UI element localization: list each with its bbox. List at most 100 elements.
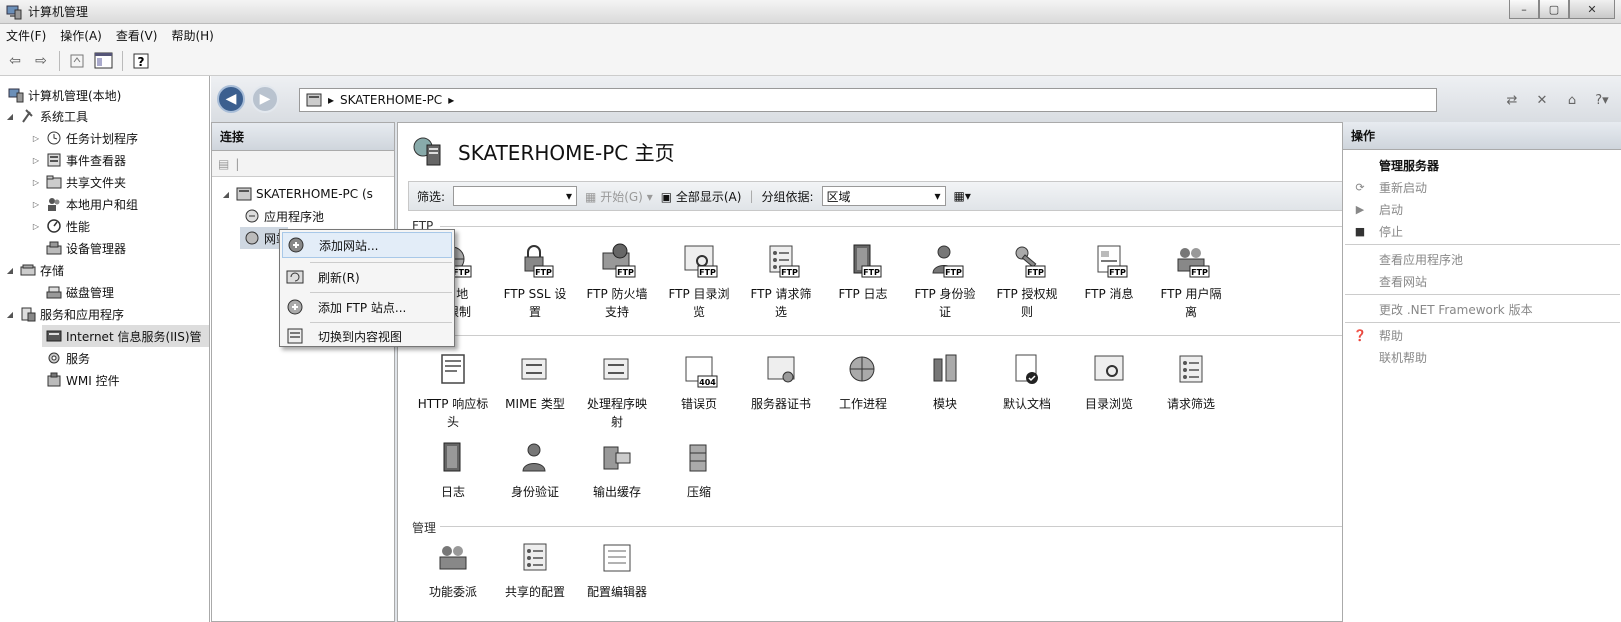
home-icon[interactable]: ⌂ xyxy=(1561,90,1583,110)
menu-action[interactable]: 操作(A) xyxy=(60,27,102,44)
show-hide-tree-icon[interactable] xyxy=(93,50,115,72)
connect-icon[interactable]: ▤ xyxy=(218,157,229,171)
tree-item-task-scheduler[interactable]: ▷ 任务计划程序 xyxy=(30,127,138,149)
tree-item-services-apps[interactable]: ◢ 服务和应用程序 xyxy=(4,303,124,325)
ftp-feature-6[interactable]: FTP FTP 身份验证 xyxy=(904,241,986,321)
show-all-button[interactable]: ▣ 全部显示(A) xyxy=(661,188,742,205)
ftp-feature-1[interactable]: FTP FTP SSL 设置 xyxy=(494,241,576,321)
expand-arrow-icon[interactable]: ◢ xyxy=(4,310,16,319)
collapse-arrow-icon[interactable]: ▷ xyxy=(30,134,42,143)
manage-feature-1[interactable]: 共享的配置 xyxy=(494,539,576,601)
feature-label-line2: 射 xyxy=(610,415,623,429)
ftp-feature-8[interactable]: FTP FTP 消息 xyxy=(1068,241,1150,303)
feature-label: 请求筛选 xyxy=(1166,397,1215,411)
tree-item-disk-management[interactable]: 磁盘管理 xyxy=(42,281,114,303)
refresh-icon[interactable]: ⇄ xyxy=(1501,90,1523,110)
action-restart[interactable]: ⟳ 重新启动 xyxy=(1343,176,1621,198)
iis-feature-6[interactable]: 模块 xyxy=(904,351,986,413)
tree-item-device-manager[interactable]: 设备管理器 xyxy=(42,237,126,259)
action-start[interactable]: ▶ 启动 xyxy=(1343,198,1621,220)
tools-icon xyxy=(22,109,33,123)
ftp-feature-2[interactable]: FTP FTP 防火墙 支持 xyxy=(576,241,658,321)
ftp-feature-4[interactable]: FTP FTP 请求筛选 xyxy=(740,241,822,321)
expand-arrow-icon[interactable]: ◢ xyxy=(4,266,16,275)
group-by-select[interactable]: 区域 ▾ xyxy=(821,186,946,206)
menu-file[interactable]: 文件(F) xyxy=(6,27,46,44)
ftp-feature-3[interactable]: FTP FTP 目录浏览 xyxy=(658,241,740,321)
ftp-feature-9[interactable]: FTP FTP 用户隔离 xyxy=(1150,241,1232,321)
ftp-feature-5[interactable]: FTP FTP 日志 xyxy=(822,241,904,303)
ctx-add-ftp-site[interactable]: 添加 FTP 站点... xyxy=(282,294,452,320)
tree-root[interactable]: 计算机管理(本地) xyxy=(4,84,121,106)
collapse-arrow-icon[interactable]: ▷ xyxy=(30,200,42,209)
help-icon[interactable]: ? xyxy=(130,50,152,72)
filter-input[interactable]: ▾ xyxy=(453,186,578,206)
tree-item-shared-folders[interactable]: ▷ 共享文件夹 xyxy=(30,171,126,193)
tree-item-event-viewer[interactable]: ▷ 事件查看器 xyxy=(30,149,126,171)
feature-label: 处理程序映 xyxy=(586,397,647,411)
start-button[interactable]: ▦ 开始(G) ▾ xyxy=(585,188,653,205)
view-mode-button[interactable]: ▦▾ xyxy=(954,189,971,203)
up-level-icon[interactable] xyxy=(67,50,89,72)
iis-feature-b-1[interactable]: 身份验证 xyxy=(494,439,576,501)
tree-item-services[interactable]: 服务 xyxy=(42,347,90,369)
forward-button[interactable]: ▶ xyxy=(251,85,279,113)
address-field[interactable]: ▸ SKATERHOME-PC ▸ xyxy=(299,88,1437,112)
iis-feature-7[interactable]: 默认文档 xyxy=(986,351,1068,413)
window-title: 计算机管理 xyxy=(28,5,89,19)
tree-item-performance[interactable]: ▷ 性能 xyxy=(30,215,90,237)
manage-feature-0[interactable]: 功能委派 xyxy=(412,539,494,601)
iis-feature-3[interactable]: 404 错误页 xyxy=(658,351,740,413)
action-view-sites[interactable]: 查看网站 xyxy=(1343,270,1621,292)
iis-feature-4[interactable]: 服务器证书 xyxy=(740,351,822,413)
tree-item-system-tools[interactable]: ◢ 系统工具 xyxy=(4,105,88,127)
conn-app-pools[interactable]: 应用程序池 xyxy=(240,205,324,227)
menu-view[interactable]: 查看(V) xyxy=(116,27,158,44)
back-arrow-icon[interactable]: ⇦ xyxy=(4,50,26,72)
iis-feature-5[interactable]: 工作进程 xyxy=(822,351,904,413)
ftp-feature-7[interactable]: FTP FTP 授权规则 xyxy=(986,241,1068,321)
conn-server-node[interactable]: ◢ SKATERHOME-PC (s xyxy=(220,183,373,205)
help-dropdown-icon[interactable]: ?▾ xyxy=(1591,90,1613,110)
collapse-arrow-icon[interactable]: ▷ xyxy=(30,178,42,187)
iis-feature-2[interactable]: 处理程序映射 xyxy=(576,351,658,431)
tree-item-storage[interactable]: ◢ 存储 xyxy=(4,259,64,281)
maximize-button[interactable]: ▢ xyxy=(1539,0,1569,19)
action-help[interactable]: ❓ 帮助 xyxy=(1343,324,1621,346)
compress-feature-icon xyxy=(689,444,707,472)
action-stop[interactable]: ■ 停止 xyxy=(1343,220,1621,242)
action-change-net[interactable]: 更改 .NET Framework 版本 xyxy=(1343,298,1621,320)
action-view-app-pools[interactable]: 查看应用程序池 xyxy=(1343,248,1621,270)
svg-text:FTP: FTP xyxy=(781,268,798,277)
iis-feature-0[interactable]: HTTP 响应标头 xyxy=(412,351,494,431)
stop-icon[interactable]: ✕ xyxy=(1531,90,1553,110)
minimize-button[interactable]: – xyxy=(1509,0,1539,19)
tree-item-wmi[interactable]: WMI 控件 xyxy=(42,369,120,391)
services-apps-icon xyxy=(21,307,36,322)
iis-feature-b-0[interactable]: 日志 xyxy=(412,439,494,501)
feature-label: HTTP 响应标 xyxy=(417,397,489,411)
ctx-refresh[interactable]: 刷新(R) xyxy=(282,264,452,290)
ctx-add-website[interactable]: 添加网站... xyxy=(282,232,452,258)
collapse-arrow-icon[interactable]: ▷ xyxy=(30,156,42,165)
manage-feature-2[interactable]: 配置编辑器 xyxy=(576,539,658,601)
close-button[interactable]: ✕ xyxy=(1569,0,1615,19)
iis-feature-b-2[interactable]: 输出缓存 xyxy=(576,439,658,501)
collapse-arrow-icon[interactable]: ▷ xyxy=(30,222,42,231)
iis-feature-b-3[interactable]: 压缩 xyxy=(658,439,740,501)
feature-label: FTP 目录浏 xyxy=(668,287,730,301)
iis-feature-9[interactable]: 请求筛选 xyxy=(1150,351,1232,413)
breadcrumb-server[interactable]: SKATERHOME-PC xyxy=(340,93,442,107)
back-button[interactable]: ◀ xyxy=(217,85,245,113)
ctx-switch-content-view[interactable]: 切换到内容视图 xyxy=(282,323,452,349)
iis-feature-1[interactable]: MIME 类型 xyxy=(494,351,576,413)
iis-feature-8[interactable]: 目录浏览 xyxy=(1068,351,1150,413)
expand-arrow-icon[interactable]: ◢ xyxy=(4,112,16,121)
action-online-help[interactable]: 联机帮助 xyxy=(1343,346,1621,368)
expand-arrow-icon[interactable]: ◢ xyxy=(220,190,232,199)
tree-item-iis[interactable]: Internet 信息服务(IIS)管 xyxy=(42,325,209,347)
feature-label: 目录浏览 xyxy=(1084,397,1133,411)
tree-item-local-users[interactable]: ▷ 本地用户和组 xyxy=(30,193,138,215)
menu-help[interactable]: 帮助(H) xyxy=(171,27,213,44)
forward-arrow-icon[interactable]: ⇨ xyxy=(30,50,52,72)
